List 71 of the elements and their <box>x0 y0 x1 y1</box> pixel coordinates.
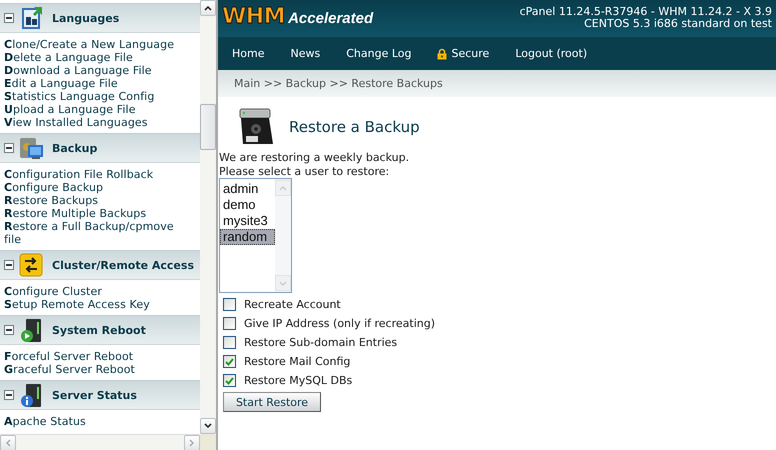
nav-link[interactable]: News <box>290 47 320 60</box>
nav-link[interactable]: Secure <box>437 47 490 60</box>
section-title: Languages <box>52 12 120 24</box>
page-title: Restore a Backup <box>289 118 420 136</box>
checkbox[interactable] <box>223 336 236 349</box>
sidebar-link[interactable]: Setup Remote Access Key <box>4 298 182 311</box>
section-title: Server Status <box>52 388 137 402</box>
section-header[interactable]: Backup <box>0 133 200 163</box>
section-title: Backup <box>52 142 98 154</box>
checkbox[interactable] <box>223 298 236 311</box>
floppy-disk-icon <box>237 108 275 146</box>
breadcrumb[interactable]: Main >> Backup >> Restore Backups <box>234 77 443 90</box>
server-info-icon <box>18 382 44 408</box>
collapse-icon[interactable] <box>4 390 14 400</box>
sidebar-link[interactable]: Edit a Language File <box>4 77 182 90</box>
scrollbar-thumb[interactable] <box>200 104 216 150</box>
checkbox-label: Restore Mail Config <box>244 355 350 368</box>
arrows-icon <box>18 252 44 278</box>
sidebar-link[interactable]: Upload a Language File <box>4 103 182 116</box>
section-header[interactable]: Server Status <box>0 380 200 410</box>
sidebar-link[interactable]: Download a Language File <box>4 64 182 77</box>
collapse-icon[interactable] <box>4 143 14 153</box>
version-text: cPanel 11.24.5-R37946 - WHM 11.24.2 - X 3.9 <box>520 6 772 18</box>
start-restore-button[interactable]: Start Restore <box>223 392 321 412</box>
collapse-icon[interactable] <box>4 260 14 270</box>
sidebar-link[interactable]: View Installed Languages <box>4 116 182 129</box>
scrollbar[interactable] <box>200 0 216 434</box>
checkbox[interactable] <box>223 317 236 330</box>
sidebar-link[interactable]: Configure Backup <box>4 181 182 194</box>
section-header[interactable]: System Reboot <box>0 315 200 345</box>
sidebar-link[interactable]: Statistics Language Config <box>4 90 182 103</box>
collapse-icon[interactable] <box>4 13 14 23</box>
sidebar-link[interactable]: Configure Cluster <box>4 285 182 298</box>
section-header[interactable]: Languages <box>0 3 200 33</box>
sidebar-link[interactable]: Clone/Create a New Language <box>4 38 182 51</box>
sidebar-link[interactable]: Delete a Language File <box>4 51 182 64</box>
list-option[interactable]: demo <box>220 197 275 213</box>
checkbox-label: Restore Sub-domain Entries <box>244 336 398 349</box>
version-text: CENTOS 5.3 i686 standard on test <box>584 18 772 30</box>
sidebar-link[interactable]: Restore Multiple Backups <box>4 207 182 220</box>
sidebar-link[interactable]: Configuration File Rollback <box>4 168 182 181</box>
checkbox-label: Give IP Address (only if recreating) <box>244 317 436 330</box>
instruction-text: We are restoring a weekly backup. <box>219 151 410 164</box>
sidebar-link[interactable]: Forceful Server Reboot <box>4 350 182 363</box>
sidebar-link[interactable]: Graceful Server Reboot <box>4 363 182 376</box>
computer-icon <box>18 135 44 161</box>
sidebar-link[interactable]: Apache Status <box>4 415 182 428</box>
checkbox-label: Recreate Account <box>244 298 341 311</box>
list-option[interactable]: admin <box>220 181 275 197</box>
list-option[interactable]: random <box>220 229 275 245</box>
user-listbox[interactable]: admin demo mysite3 random <box>219 178 292 293</box>
nav-link[interactable]: Change Log <box>346 47 412 60</box>
checkbox-label: Restore MySQL DBs <box>244 374 352 387</box>
instruction-text: Please select a user to restore: <box>219 165 390 178</box>
section-title: Cluster/Remote Access <box>52 258 194 272</box>
logo-subtitle: Accelerated <box>288 10 374 27</box>
checkbox[interactable] <box>223 355 236 368</box>
list-option[interactable]: mysite3 <box>220 213 275 229</box>
logo-text: WHM <box>222 4 286 29</box>
sidebar-link[interactable]: Restore a Full Backup/cpmove file <box>4 220 182 246</box>
checkbox[interactable] <box>223 374 236 387</box>
scroll-down-icon[interactable] <box>204 423 212 429</box>
collapse-icon[interactable] <box>4 325 14 335</box>
section-header[interactable]: Cluster/Remote Access <box>0 250 200 280</box>
section-title: System Reboot <box>52 324 146 336</box>
scroll-up-icon[interactable] <box>204 5 212 11</box>
sidebar-link[interactable]: Restore Backups <box>4 194 182 207</box>
scrollbar-corner <box>200 434 216 450</box>
nav-link[interactable]: Logout (root) <box>515 47 588 60</box>
nav-link[interactable]: Home <box>232 47 264 60</box>
server-play-icon <box>18 317 44 343</box>
